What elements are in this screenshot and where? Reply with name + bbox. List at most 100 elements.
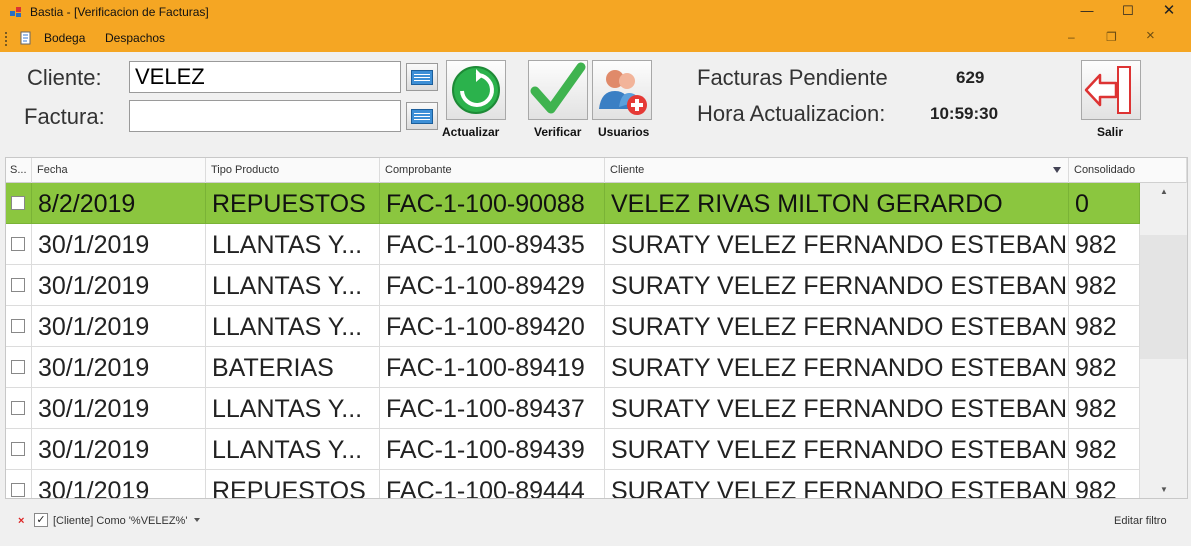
cell-consolidado: 982	[1069, 306, 1140, 347]
table-row[interactable]: 30/1/2019 LLANTAS Y... FAC-1-100-89439 SURA…	[6, 429, 1140, 470]
row-checkbox[interactable]	[11, 483, 25, 497]
cell-cliente: SURATY VELEZ FERNANDO ESTEBAN	[605, 470, 1069, 498]
cliente-label: Cliente:	[27, 65, 102, 90]
filter-dropdown-icon[interactable]	[194, 518, 200, 522]
users-add-icon	[599, 70, 647, 115]
cell-select[interactable]	[6, 388, 32, 429]
hora-value: 10:59:30	[930, 104, 999, 123]
verificar-button[interactable]	[528, 60, 588, 120]
cell-tipo-producto: LLANTAS Y...	[206, 306, 380, 347]
row-checkbox[interactable]	[11, 401, 25, 415]
column-header-fecha[interactable]: Fecha	[32, 158, 206, 183]
cell-cliente: SURATY VELEZ FERNANDO ESTEBAN	[605, 306, 1069, 347]
scrollbar-thumb[interactable]	[1140, 235, 1187, 359]
cell-select[interactable]	[6, 265, 32, 306]
table-row[interactable]: 8/2/2019 REPUESTOS FAC-1-100-90088 VELEZ RI…	[6, 183, 1140, 224]
cell-cliente: SURATY VELEZ FERNANDO ESTEBAN	[605, 429, 1069, 470]
salir-button[interactable]	[1081, 60, 1141, 120]
table-row[interactable]: 30/1/2019 LLANTAS Y... FAC-1-100-89429 SURA…	[6, 265, 1140, 306]
scroll-down-icon[interactable]: ▼	[1160, 485, 1168, 494]
menu-item-despachos[interactable]: Despachos	[105, 31, 165, 45]
clear-filter-icon[interactable]: ×	[18, 515, 24, 527]
usuarios-button[interactable]	[592, 60, 652, 120]
column-header-tipo-producto[interactable]: Tipo Producto	[206, 158, 380, 183]
menu-grip-icon	[5, 32, 8, 46]
minimize-button[interactable]: —	[1070, 0, 1104, 24]
table-row[interactable]: 30/1/2019 BATERIAS FAC-1-100-89419 SURATY V…	[6, 347, 1140, 388]
cell-tipo-producto: LLANTAS Y...	[206, 429, 380, 470]
actualizar-label: Actualizar	[442, 125, 500, 139]
cell-fecha: 30/1/2019	[32, 306, 206, 347]
cell-select[interactable]	[6, 224, 32, 265]
actualizar-button[interactable]	[446, 60, 506, 120]
keyboard-icon	[411, 109, 433, 124]
cell-cliente: SURATY VELEZ FERNANDO ESTEBAN	[605, 265, 1069, 306]
filter-bar: × ✓ [Cliente] Como '%VELEZ%' Editar filt…	[5, 500, 1188, 544]
column-header-select[interactable]: S...	[6, 158, 32, 183]
cell-comprobante: FAC-1-100-89437	[380, 388, 605, 429]
cell-tipo-producto: LLANTAS Y...	[206, 224, 380, 265]
column-filter-icon[interactable]	[1053, 167, 1061, 173]
menu-bar: Bodega Despachos – ❐ ×	[0, 24, 1191, 52]
cell-comprobante: FAC-1-100-90088	[380, 183, 605, 224]
table-row[interactable]: 30/1/2019 REPUESTOS FAC-1-100-89444 SURATY …	[6, 470, 1140, 498]
cell-comprobante: FAC-1-100-89419	[380, 347, 605, 388]
row-checkbox[interactable]	[11, 278, 25, 292]
row-checkbox[interactable]	[11, 442, 25, 456]
vertical-scrollbar[interactable]: ▲ ▼	[1140, 183, 1187, 498]
table-row[interactable]: 30/1/2019 LLANTAS Y... FAC-1-100-89435 SURA…	[6, 224, 1140, 265]
main-window: Bastia - [Verificacion de Facturas] — ☐ …	[0, 0, 1191, 546]
window-title: Bastia - [Verificacion de Facturas]	[30, 5, 209, 19]
mdi-minimize-button[interactable]: –	[1068, 30, 1075, 44]
row-checkbox[interactable]	[11, 319, 25, 333]
cell-consolidado: 0	[1069, 183, 1140, 224]
column-header-consolidado[interactable]: Consolidado	[1069, 158, 1187, 183]
table-row[interactable]: 30/1/2019 LLANTAS Y... FAC-1-100-89420 SURA…	[6, 306, 1140, 347]
verificar-label: Verificar	[534, 125, 582, 139]
cell-select[interactable]	[6, 183, 32, 224]
cell-tipo-producto: LLANTAS Y...	[206, 265, 380, 306]
cell-tipo-producto: REPUESTOS	[206, 183, 380, 224]
grid-header: S... Fecha Tipo Producto Comprobante Cli…	[6, 158, 1187, 183]
row-checkbox[interactable]	[11, 196, 25, 210]
factura-keyboard-button[interactable]	[406, 102, 438, 130]
cell-comprobante: FAC-1-100-89435	[380, 224, 605, 265]
cell-fecha: 30/1/2019	[32, 470, 206, 498]
cell-consolidado: 982	[1069, 347, 1140, 388]
usuarios-label: Usuarios	[598, 125, 650, 139]
cell-select[interactable]	[6, 429, 32, 470]
cell-comprobante: FAC-1-100-89444	[380, 470, 605, 498]
menu-item-bodega[interactable]: Bodega	[44, 31, 85, 45]
factura-label: Factura:	[24, 104, 105, 129]
cell-fecha: 8/2/2019	[32, 183, 206, 224]
filter-expression[interactable]: [Cliente] Como '%VELEZ%'	[53, 515, 187, 527]
table-row[interactable]: 30/1/2019 LLANTAS Y... FAC-1-100-89437 SURA…	[6, 388, 1140, 429]
cell-select[interactable]	[6, 306, 32, 347]
close-button[interactable]: ✕	[1152, 0, 1186, 24]
cell-consolidado: 982	[1069, 388, 1140, 429]
document-icon[interactable]	[19, 31, 33, 45]
column-header-comprobante[interactable]: Comprobante	[380, 158, 605, 183]
mdi-restore-button[interactable]: ❐	[1106, 30, 1117, 44]
cell-select[interactable]	[6, 347, 32, 388]
cell-cliente: VELEZ RIVAS MILTON GERARDO	[605, 183, 1069, 224]
filter-enabled-checkbox[interactable]: ✓	[34, 513, 48, 527]
mdi-close-button[interactable]: ×	[1146, 27, 1155, 44]
cliente-input[interactable]	[129, 61, 401, 93]
cell-tipo-producto: REPUESTOS	[206, 470, 380, 498]
title-bar: Bastia - [Verificacion de Facturas] — ☐ …	[0, 0, 1191, 24]
row-checkbox[interactable]	[11, 360, 25, 374]
edit-filter-link[interactable]: Editar filtro	[1114, 515, 1167, 527]
cell-cliente: SURATY VELEZ FERNANDO ESTEBAN	[605, 388, 1069, 429]
factura-input[interactable]	[129, 100, 401, 132]
scroll-up-icon[interactable]: ▲	[1160, 187, 1168, 196]
cell-select[interactable]	[6, 470, 32, 498]
cell-consolidado: 982	[1069, 429, 1140, 470]
maximize-button[interactable]: ☐	[1111, 0, 1145, 24]
cell-consolidado: 982	[1069, 265, 1140, 306]
refresh-icon	[452, 66, 500, 114]
column-header-cliente[interactable]: Cliente	[605, 158, 1069, 183]
cliente-keyboard-button[interactable]	[406, 63, 438, 91]
row-checkbox[interactable]	[11, 237, 25, 251]
pendientes-value: 629	[956, 68, 985, 87]
